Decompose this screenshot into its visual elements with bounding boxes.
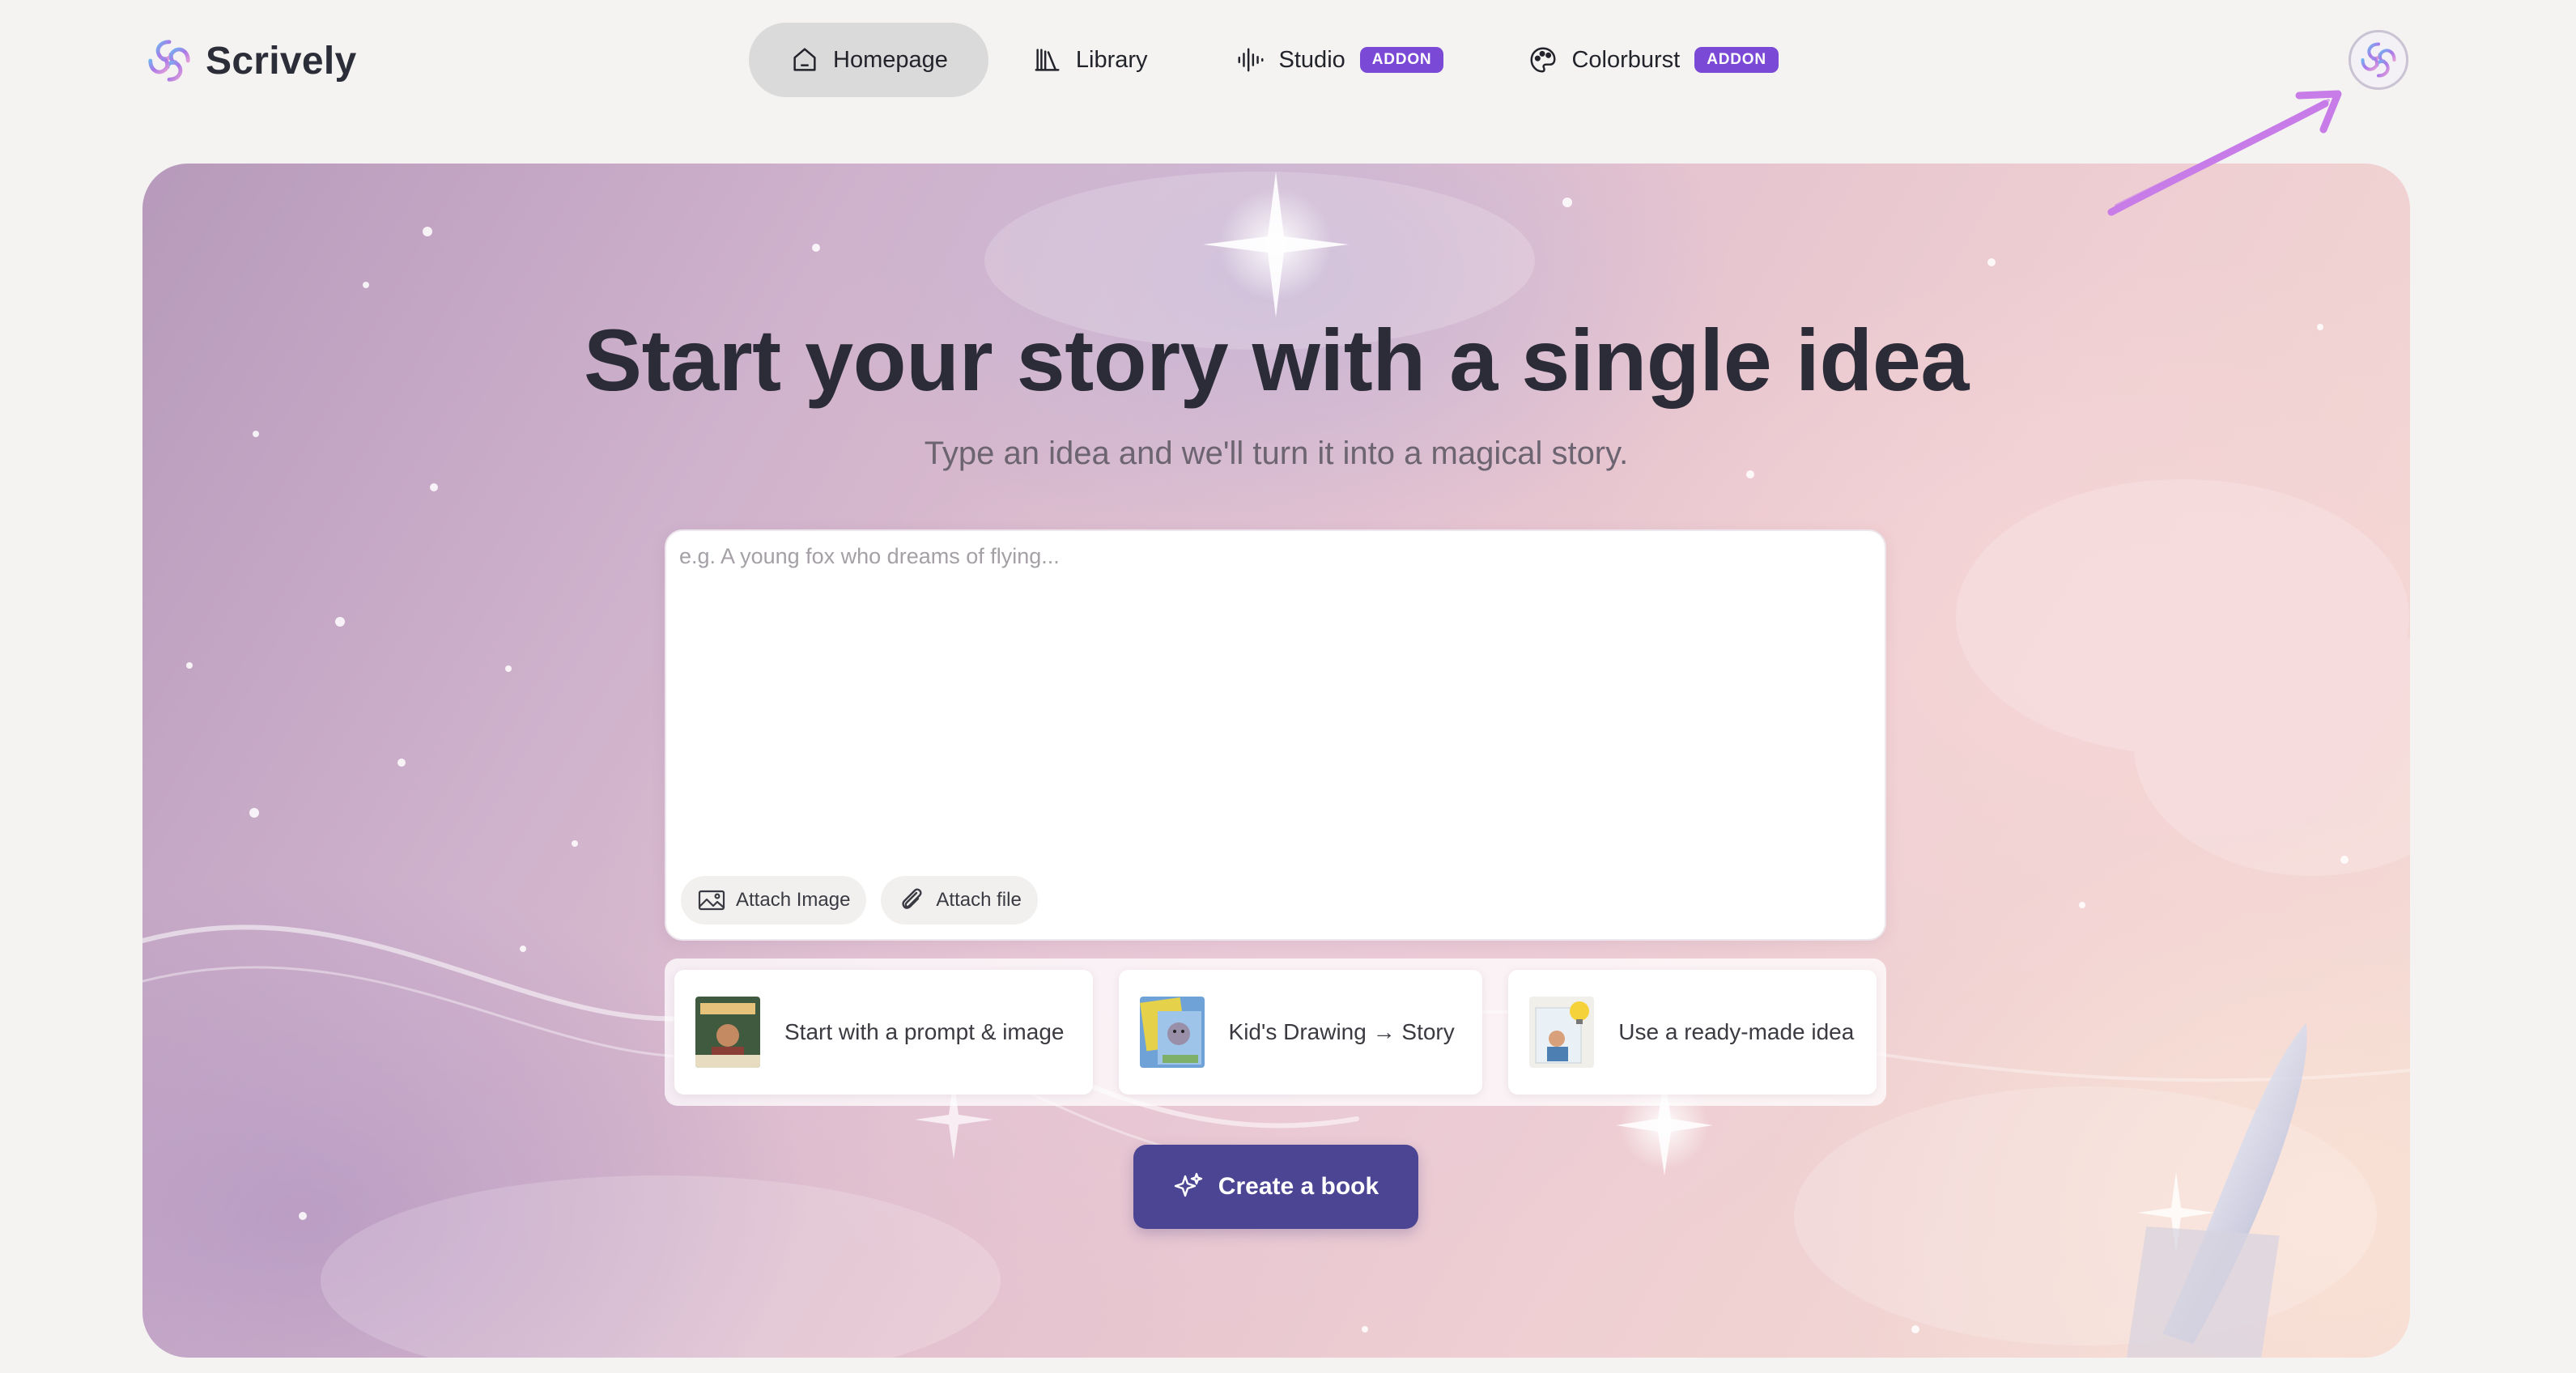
suggestion-label: Start with a prompt & image — [784, 1019, 1065, 1044]
prompt-box: Attach Image Attach file — [665, 529, 1886, 941]
suggestion-prompt-image[interactable]: Start with a prompt & image — [674, 970, 1093, 1095]
create-book-button[interactable]: Create a book — [1133, 1145, 1418, 1229]
suggestion-label: Kid's Drawing → Story — [1228, 1019, 1455, 1044]
nav-studio[interactable]: Studio ADDON — [1193, 23, 1488, 97]
nav-homepage-label: Homepage — [833, 46, 948, 73]
nav-library[interactable]: Library — [988, 23, 1193, 97]
addon-badge: ADDON — [1359, 47, 1444, 73]
hero-section: Start your story with a single idea Type… — [142, 164, 2410, 1358]
spiral-logo-icon — [148, 40, 190, 82]
brand-name: Scrively — [206, 39, 357, 83]
suggestion-ready-made-idea[interactable]: Use a ready-made idea — [1508, 970, 1877, 1095]
hero-subtitle: Type an idea and we'll turn it into a ma… — [924, 436, 1629, 471]
addon-badge: ADDON — [1694, 47, 1779, 73]
nav-colorburst[interactable]: Colorburst ADDON — [1487, 23, 1818, 97]
waveform-icon — [1238, 48, 1264, 72]
home-icon — [793, 48, 816, 71]
image-icon — [698, 890, 725, 911]
avatar[interactable] — [2349, 30, 2408, 90]
attach-image-label: Attach Image — [736, 889, 851, 911]
suggestion-kids-drawing[interactable]: Kid's Drawing → Story — [1118, 970, 1483, 1095]
brand[interactable]: Scrively — [144, 32, 357, 89]
nav-studio-label: Studio — [1278, 46, 1345, 73]
book-cover-thumbnail — [695, 997, 760, 1068]
attach-file-button[interactable]: Attach file — [881, 876, 1038, 925]
nav-colorburst-label: Colorburst — [1571, 46, 1681, 73]
attach-file-label: Attach file — [936, 889, 1022, 911]
suggestion-bar: Start with a prompt & image Kid's Drawin… — [665, 959, 1886, 1106]
sparkles-icon — [1174, 1172, 1202, 1197]
create-book-label: Create a book — [1218, 1173, 1379, 1200]
idea-book-thumbnail — [1529, 997, 1595, 1068]
main-nav: Homepage Library Studio ADDON Colorburst… — [749, 23, 1819, 97]
suggestion-label: Use a ready-made idea — [1618, 1019, 1855, 1044]
story-idea-input[interactable] — [679, 544, 1872, 852]
arrow-annotation — [2107, 90, 2342, 216]
spiral-logo-icon — [2361, 42, 2396, 78]
paperclip-icon — [902, 888, 922, 909]
drawing-thumbnail — [1139, 997, 1205, 1068]
palette-icon — [1530, 47, 1556, 73]
hero-title: Start your story with a single idea — [584, 311, 1969, 409]
attach-row: Attach Image Attach file — [681, 876, 1038, 925]
attach-image-button[interactable]: Attach Image — [681, 876, 867, 925]
nav-homepage[interactable]: Homepage — [749, 23, 988, 97]
books-icon — [1035, 49, 1060, 71]
nav-library-label: Library — [1075, 46, 1148, 73]
